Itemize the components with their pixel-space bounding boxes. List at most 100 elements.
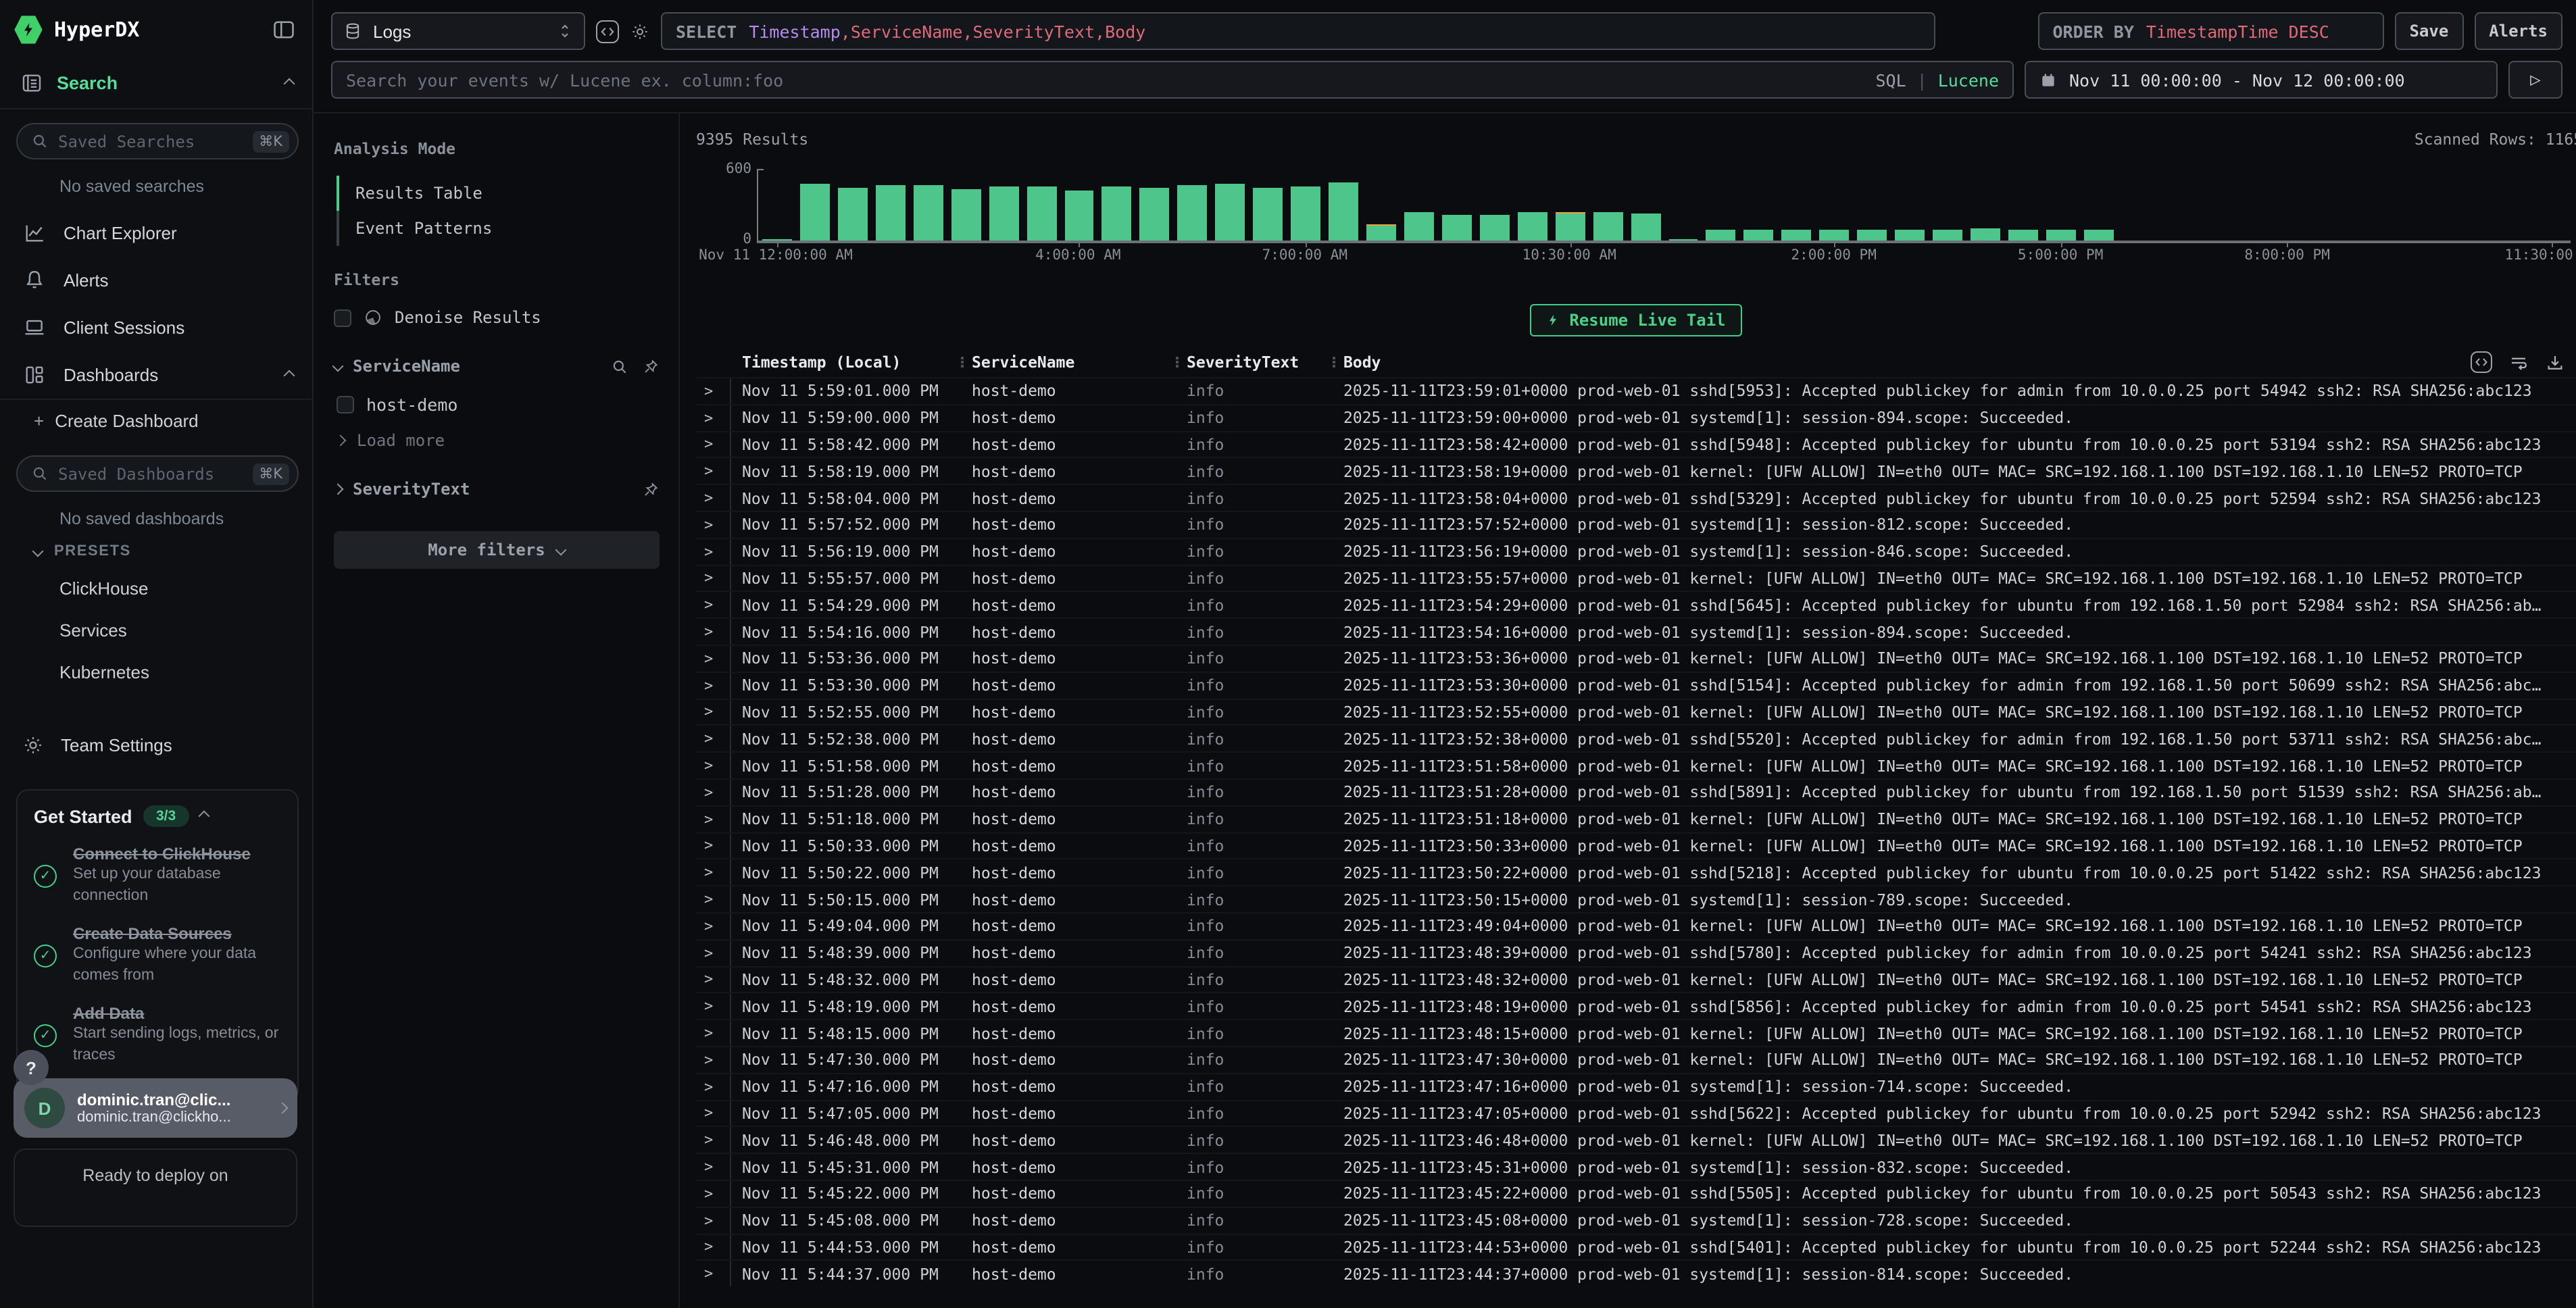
row-expander-icon[interactable]: >: [696, 405, 731, 431]
chart-bar[interactable]: [910, 169, 947, 241]
order-by-input[interactable]: ORDER BY TimestampTime DESC: [2037, 12, 2383, 50]
table-row[interactable]: > Nov 11 5:50:22.000 PM host-demo info 2…: [696, 859, 2576, 886]
table-row[interactable]: > Nov 11 5:54:16.000 PM host-demo info 2…: [696, 618, 2576, 645]
sidebar-collapse-icon[interactable]: [272, 18, 296, 42]
chart-bar[interactable]: [1589, 169, 1627, 241]
source-select[interactable]: Logs: [331, 12, 585, 50]
row-expander-icon[interactable]: >: [696, 699, 731, 725]
row-expander-icon[interactable]: >: [696, 432, 731, 457]
chart-bar[interactable]: [1702, 169, 1740, 241]
table-row[interactable]: > Nov 11 5:52:38.000 PM host-demo info 2…: [696, 725, 2576, 752]
row-expander-icon[interactable]: >: [696, 1128, 731, 1153]
row-expander-icon[interactable]: >: [696, 967, 731, 992]
row-expander-icon[interactable]: >: [696, 565, 731, 591]
chart-bar[interactable]: [1212, 169, 1249, 241]
table-row[interactable]: > Nov 11 5:56:19.000 PM host-demo info 2…: [696, 538, 2576, 565]
table-row[interactable]: > Nov 11 5:47:30.000 PM host-demo info 2…: [696, 1046, 2576, 1073]
table-row[interactable]: > Nov 11 5:53:30.000 PM host-demo info 2…: [696, 672, 2576, 699]
chevron-up-icon[interactable]: [284, 78, 295, 89]
sql-editor-icon[interactable]: [596, 20, 619, 43]
save-button[interactable]: Save: [2394, 12, 2463, 50]
chart-bar[interactable]: [758, 169, 796, 241]
chart-bar[interactable]: [2231, 169, 2269, 241]
row-expander-icon[interactable]: >: [696, 807, 731, 832]
table-row[interactable]: > Nov 11 5:50:15.000 PM host-demo info 2…: [696, 885, 2576, 912]
table-row[interactable]: > Nov 11 5:48:32.000 PM host-demo info 2…: [696, 965, 2576, 992]
row-expander-icon[interactable]: >: [696, 485, 731, 511]
chart-bar[interactable]: [1287, 169, 1324, 241]
row-expander-icon[interactable]: >: [696, 1020, 731, 1046]
get-started-step[interactable]: ✓ Create Data Sources Configure where yo…: [34, 924, 281, 986]
wrap-lines-icon[interactable]: [2508, 352, 2529, 372]
host-demo-checkbox[interactable]: [337, 396, 354, 413]
chart-bar[interactable]: [2118, 169, 2156, 241]
chart-bar[interactable]: [1362, 169, 1400, 241]
table-row[interactable]: > Nov 11 5:48:39.000 PM host-demo info 2…: [696, 938, 2576, 965]
chevron-up-icon[interactable]: [198, 811, 209, 822]
row-expander-icon[interactable]: >: [696, 726, 731, 752]
chart-bar[interactable]: [796, 169, 834, 241]
get-started-step[interactable]: ✓ Add Data Start sending logs, metrics, …: [34, 1004, 281, 1066]
table-row[interactable]: > Nov 11 5:45:08.000 PM host-demo info 2…: [696, 1206, 2576, 1233]
table-row[interactable]: > Nov 11 5:47:05.000 PM host-demo info 2…: [696, 1099, 2576, 1126]
chart-bar[interactable]: [1551, 169, 1589, 241]
row-expander-icon[interactable]: >: [696, 860, 731, 886]
saved-searches-input[interactable]: Saved Searches ⌘K: [16, 123, 299, 159]
table-row[interactable]: > Nov 11 5:47:16.000 PM host-demo info 2…: [696, 1072, 2576, 1099]
pin-icon[interactable]: [642, 480, 660, 498]
table-row[interactable]: > Nov 11 5:58:42.000 PM host-demo info 2…: [696, 430, 2576, 457]
user-menu[interactable]: D dominic.tran@clic... dominic.tran@clic…: [14, 1078, 297, 1138]
table-row[interactable]: > Nov 11 5:44:37.000 PM host-demo info 2…: [696, 1260, 2576, 1287]
chart-bar[interactable]: [1174, 169, 1212, 241]
row-expander-icon[interactable]: >: [696, 913, 731, 939]
sidebar-item-dashboards[interactable]: Dashboards: [0, 351, 312, 399]
chart-bar[interactable]: [1324, 169, 1362, 241]
table-row[interactable]: > Nov 11 5:58:04.000 PM host-demo info 2…: [696, 484, 2576, 511]
table-row[interactable]: > Nov 11 5:54:29.000 PM host-demo info 2…: [696, 591, 2576, 618]
row-expander-icon[interactable]: >: [696, 619, 731, 645]
column-header-timestamp[interactable]: Timestamp (Local): [731, 353, 961, 372]
chart-bar[interactable]: [1400, 169, 1438, 241]
chart-bar[interactable]: [1816, 169, 1854, 241]
preset-item-services[interactable]: Services: [0, 609, 312, 651]
row-expander-icon[interactable]: >: [696, 459, 731, 484]
search-icon[interactable]: [611, 357, 628, 375]
chart-bar[interactable]: [2004, 169, 2042, 241]
sidebar-item-client-sessions[interactable]: Client Sessions: [0, 304, 312, 351]
preset-item-kubernetes[interactable]: Kubernetes: [0, 651, 312, 693]
row-expander-icon[interactable]: >: [696, 1154, 731, 1180]
load-more-button[interactable]: Load more: [337, 431, 660, 450]
chart-bar[interactable]: [2080, 169, 2118, 241]
mode-results-table[interactable]: Results Table: [337, 176, 660, 211]
select-columns-input[interactable]: SELECT Timestamp,ServiceName,SeverityTex…: [661, 12, 1935, 50]
row-expander-icon[interactable]: >: [696, 1101, 731, 1126]
chart-bar[interactable]: [1514, 169, 1552, 241]
chevron-up-icon[interactable]: [284, 370, 295, 381]
table-row[interactable]: > Nov 11 5:51:18.000 PM host-demo info 2…: [696, 805, 2576, 832]
sidebar-item-chart-explorer[interactable]: Chart Explorer: [0, 209, 312, 257]
chart-bar[interactable]: [1966, 169, 2004, 241]
table-row[interactable]: > Nov 11 5:51:28.000 PM host-demo info 2…: [696, 778, 2576, 805]
row-expander-icon[interactable]: >: [696, 1047, 731, 1073]
table-row[interactable]: > Nov 11 5:46:48.000 PM host-demo info 2…: [696, 1126, 2576, 1153]
alerts-button[interactable]: Alerts: [2474, 12, 2562, 50]
chart-bar[interactable]: [872, 169, 910, 241]
column-header-servicename[interactable]: ServiceName: [961, 353, 1176, 372]
chart-bar[interactable]: [985, 169, 1022, 241]
chart-bar[interactable]: [1627, 169, 1664, 241]
table-row[interactable]: > Nov 11 5:50:33.000 PM host-demo info 2…: [696, 832, 2576, 859]
more-filters-button[interactable]: More filters: [334, 531, 660, 569]
row-expander-icon[interactable]: >: [696, 646, 731, 672]
filter-group-servicename[interactable]: ServiceName: [334, 357, 660, 376]
chart-bar[interactable]: [2155, 169, 2193, 241]
table-row[interactable]: > Nov 11 5:59:00.000 PM host-demo info 2…: [696, 404, 2576, 431]
table-row[interactable]: > Nov 11 5:57:52.000 PM host-demo info 2…: [696, 511, 2576, 538]
chart-bar[interactable]: [2457, 169, 2495, 241]
run-search-button[interactable]: ▷: [2508, 61, 2562, 99]
chart-bar[interactable]: [1929, 169, 1966, 241]
download-icon[interactable]: [2545, 352, 2565, 372]
chart-bar[interactable]: [1891, 169, 1929, 241]
lucene-mode-toggle[interactable]: Lucene: [1938, 70, 1999, 90]
denoise-results-toggle[interactable]: Denoise Results: [334, 308, 660, 327]
chart-bar[interactable]: [2533, 169, 2571, 241]
